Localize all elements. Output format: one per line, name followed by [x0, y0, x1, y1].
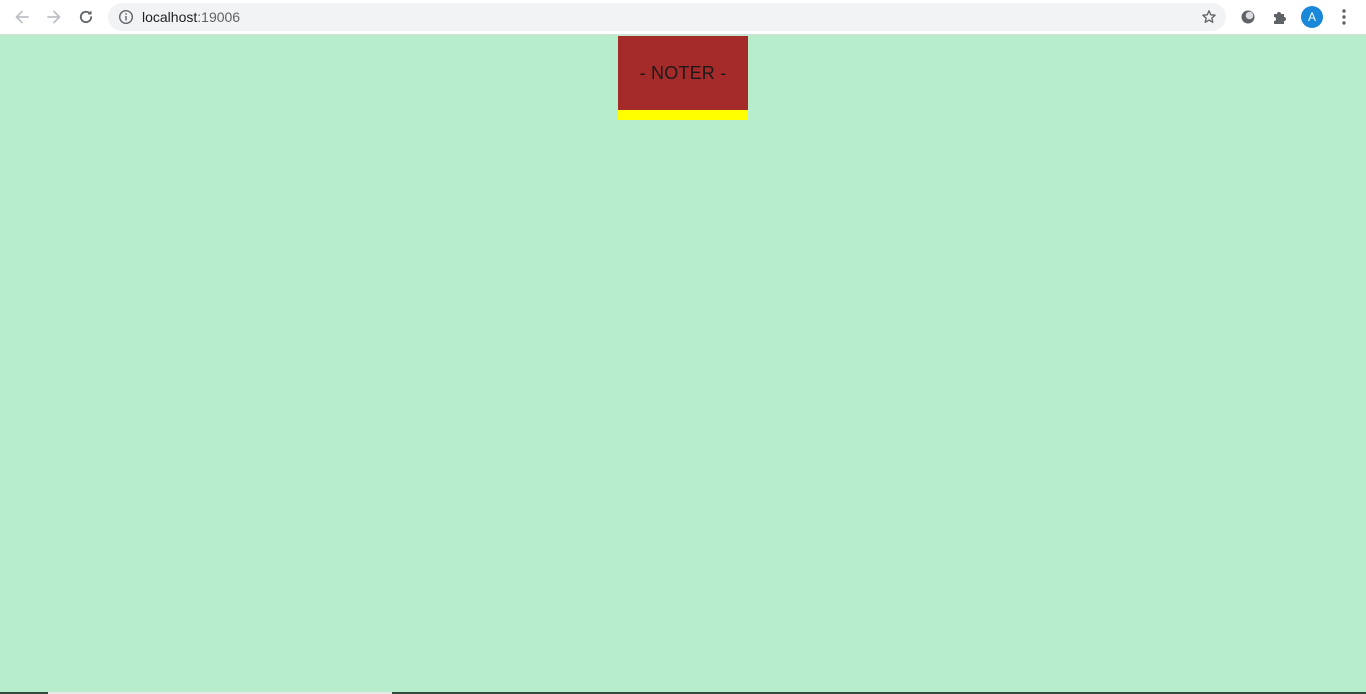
star-icon[interactable] — [1201, 9, 1217, 25]
browser-toolbar: localhost:19006 A — [0, 0, 1366, 35]
address-bar[interactable]: localhost:19006 — [108, 3, 1226, 31]
reload-icon — [79, 10, 93, 24]
url-port: :19006 — [197, 9, 241, 25]
app-header: - NOTER - — [618, 36, 748, 110]
address-url[interactable]: localhost:19006 — [142, 9, 240, 25]
page-content: - NOTER - — [0, 36, 1366, 694]
profile-avatar[interactable]: A — [1301, 6, 1323, 28]
back-button[interactable] — [8, 4, 36, 30]
forward-button[interactable] — [40, 4, 68, 30]
puzzle-icon[interactable] — [1271, 8, 1289, 26]
reload-button[interactable] — [72, 4, 100, 30]
forward-arrow-icon — [47, 10, 61, 24]
app-title: - NOTER - — [639, 62, 727, 83]
url-host: localhost — [142, 9, 198, 25]
header-underline — [618, 110, 748, 120]
kebab-menu-icon[interactable] — [1336, 7, 1352, 27]
info-icon[interactable] — [118, 9, 134, 25]
circle-extension-icon[interactable] — [1239, 8, 1257, 26]
back-arrow-icon — [15, 10, 29, 24]
